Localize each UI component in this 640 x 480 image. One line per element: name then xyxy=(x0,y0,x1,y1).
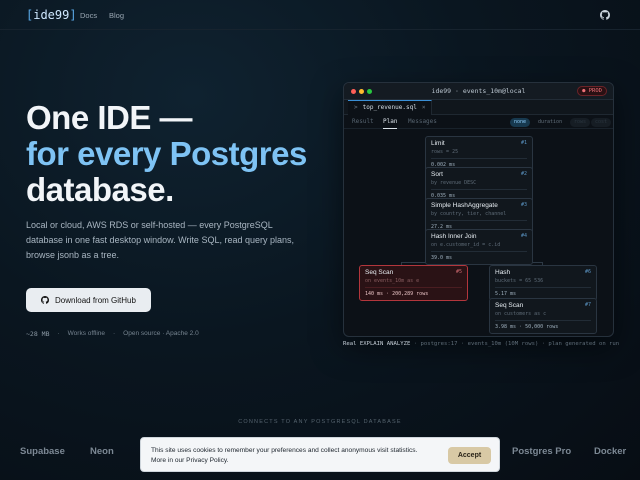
app-window-preview: ide99 · events_10m@local ● PROD > top_re… xyxy=(343,82,614,337)
plan-node-hash[interactable]: Hash #6 buckets = 65 536 5.17 ms xyxy=(489,265,597,301)
plan-node-name: Limit xyxy=(431,140,445,147)
cookie-text-line1: This site uses cookies to remember your … xyxy=(151,447,418,454)
plan-node-seq-scan-customers[interactable]: Seq Scan #7 on customers as c 3.98 ms · 5… xyxy=(489,298,597,334)
tab-messages[interactable]: Messages xyxy=(408,118,437,125)
hero-heading-line1: One IDE — xyxy=(26,99,193,136)
plan-node-name: Seq Scan xyxy=(495,302,524,309)
logo-text: ide99 xyxy=(33,8,70,22)
cookie-text: This site uses cookies to remember your … xyxy=(151,446,441,466)
plan-node-index: #3 xyxy=(520,202,527,208)
window-title: ide99 · events_10m@local xyxy=(431,87,526,95)
cookie-text-line2[interactable]: More in our Privacy Policy. xyxy=(151,456,441,466)
plan-node-index: #2 xyxy=(520,171,527,177)
caption-rest: · postgres:17 · events_10m (10M rows) · … xyxy=(410,341,620,347)
window-titlebar: ide99 · events_10m@local ● PROD xyxy=(344,83,613,100)
stat-offline: Works offline xyxy=(67,330,105,337)
plan-node-seq-scan-events[interactable]: Seq Scan #5 on events_10m as e 140 ms · 2… xyxy=(359,265,468,301)
hero-heading-line3: database. xyxy=(26,171,174,208)
plan-node-metric: 3.98 ms · 50,000 rows xyxy=(495,320,591,330)
plan-node-index: #1 xyxy=(520,140,527,146)
file-tab-bar: > top_revenue.sql × xyxy=(344,100,613,115)
file-tab[interactable]: > top_revenue.sql × xyxy=(348,100,433,115)
plan-node-metric: 5.17 ms xyxy=(495,287,591,297)
hero-heading: One IDE — for every Postgres database. xyxy=(26,100,307,208)
brand-supabase: Supabase xyxy=(20,446,65,457)
caption-lead: Real EXPLAIN ANALYZE xyxy=(343,341,411,347)
plan-node-detail: on events_10m as e xyxy=(365,278,420,284)
plan-node-metric: 39.0 ms xyxy=(431,251,527,261)
nav-link-blog[interactable]: Blog xyxy=(109,11,124,20)
view-pill-rows[interactable]: rows xyxy=(570,118,591,127)
plan-node-detail: by country, tier, channel xyxy=(431,211,507,217)
brand-docker: Docker xyxy=(594,446,627,457)
query-plan-tree: Limit #1 rows = 25 0.002 ms Sort #2 by rev… xyxy=(344,130,613,336)
stat-license: Open source · Apache 2.0 xyxy=(123,330,199,337)
logo-bracket-close: ] xyxy=(69,8,77,22)
result-subtabs: Result Plan Messages none duration rows … xyxy=(344,115,613,129)
download-github-button[interactable]: Download from GitHub xyxy=(26,288,151,312)
github-icon xyxy=(41,296,50,304)
view-pill-duration[interactable]: duration xyxy=(534,118,566,127)
stat-sep: · xyxy=(57,330,60,337)
plan-node-detail: on customers as c xyxy=(495,311,547,317)
view-pill-none[interactable]: none xyxy=(510,118,531,127)
connects-label: CONNECTS TO ANY POSTGRESQL DATABASE xyxy=(238,419,402,425)
plan-node-name: Seq Scan xyxy=(365,269,394,276)
sql-file-icon: > xyxy=(354,104,358,111)
nav-link-docs[interactable]: Docs xyxy=(80,11,97,20)
plan-caption: Real EXPLAIN ANALYZE · postgres:17 · eve… xyxy=(343,340,623,349)
brand-postgres-pro: Postgres Pro xyxy=(512,446,572,457)
plan-node-index: #4 xyxy=(520,233,527,239)
cookie-banner: This site uses cookies to remember your … xyxy=(140,437,500,472)
plan-node-detail: by revenue DESC xyxy=(431,180,477,186)
github-icon[interactable] xyxy=(600,10,610,20)
file-tab-label: top_revenue.sql xyxy=(362,104,417,111)
brand-neon: Neon xyxy=(90,446,114,457)
env-badge: ● PROD xyxy=(577,86,607,96)
logo[interactable]: [ide99] xyxy=(26,8,77,22)
hero-lede: Local or cloud, AWS RDS or self-hosted —… xyxy=(26,220,294,260)
tab-plan[interactable]: Plan xyxy=(383,118,398,129)
download-github-label: Download from GitHub xyxy=(55,295,136,305)
plan-node-metric: 140 ms · 200,289 rows xyxy=(365,287,462,297)
plan-node-name: Sort xyxy=(431,171,443,178)
plan-node-index: #6 xyxy=(584,269,591,275)
stat-size: ~28 MB xyxy=(26,330,50,338)
hero-stats: ~28 MB · Works offline · Open source · A… xyxy=(26,330,199,338)
plan-node-detail: on e.customer_id = c.id xyxy=(431,242,501,248)
tab-result[interactable]: Result xyxy=(352,118,374,125)
plan-node-name: Hash xyxy=(495,269,511,276)
plan-node-detail: rows = 25 xyxy=(431,149,459,155)
plan-node-name: Hash Inner Join xyxy=(431,233,477,240)
plan-node-detail: buckets = 65 536 xyxy=(495,278,544,284)
close-tab-icon[interactable]: × xyxy=(422,101,426,115)
hero-heading-line2: for every Postgres xyxy=(26,135,307,172)
top-nav: [ide99] Docs Blog xyxy=(0,0,640,30)
plan-node-name: Simple HashAggregate xyxy=(431,202,498,209)
plan-node-index: #7 xyxy=(584,302,591,308)
stat-sep: · xyxy=(113,330,116,337)
plan-node-index: #5 xyxy=(455,269,462,275)
accept-cookies-button[interactable]: Accept xyxy=(448,447,491,464)
plan-node-hash-join[interactable]: Hash Inner Join #4 on e.customer_id = c.i… xyxy=(425,229,533,265)
view-pill-cost[interactable]: cost xyxy=(591,118,612,127)
